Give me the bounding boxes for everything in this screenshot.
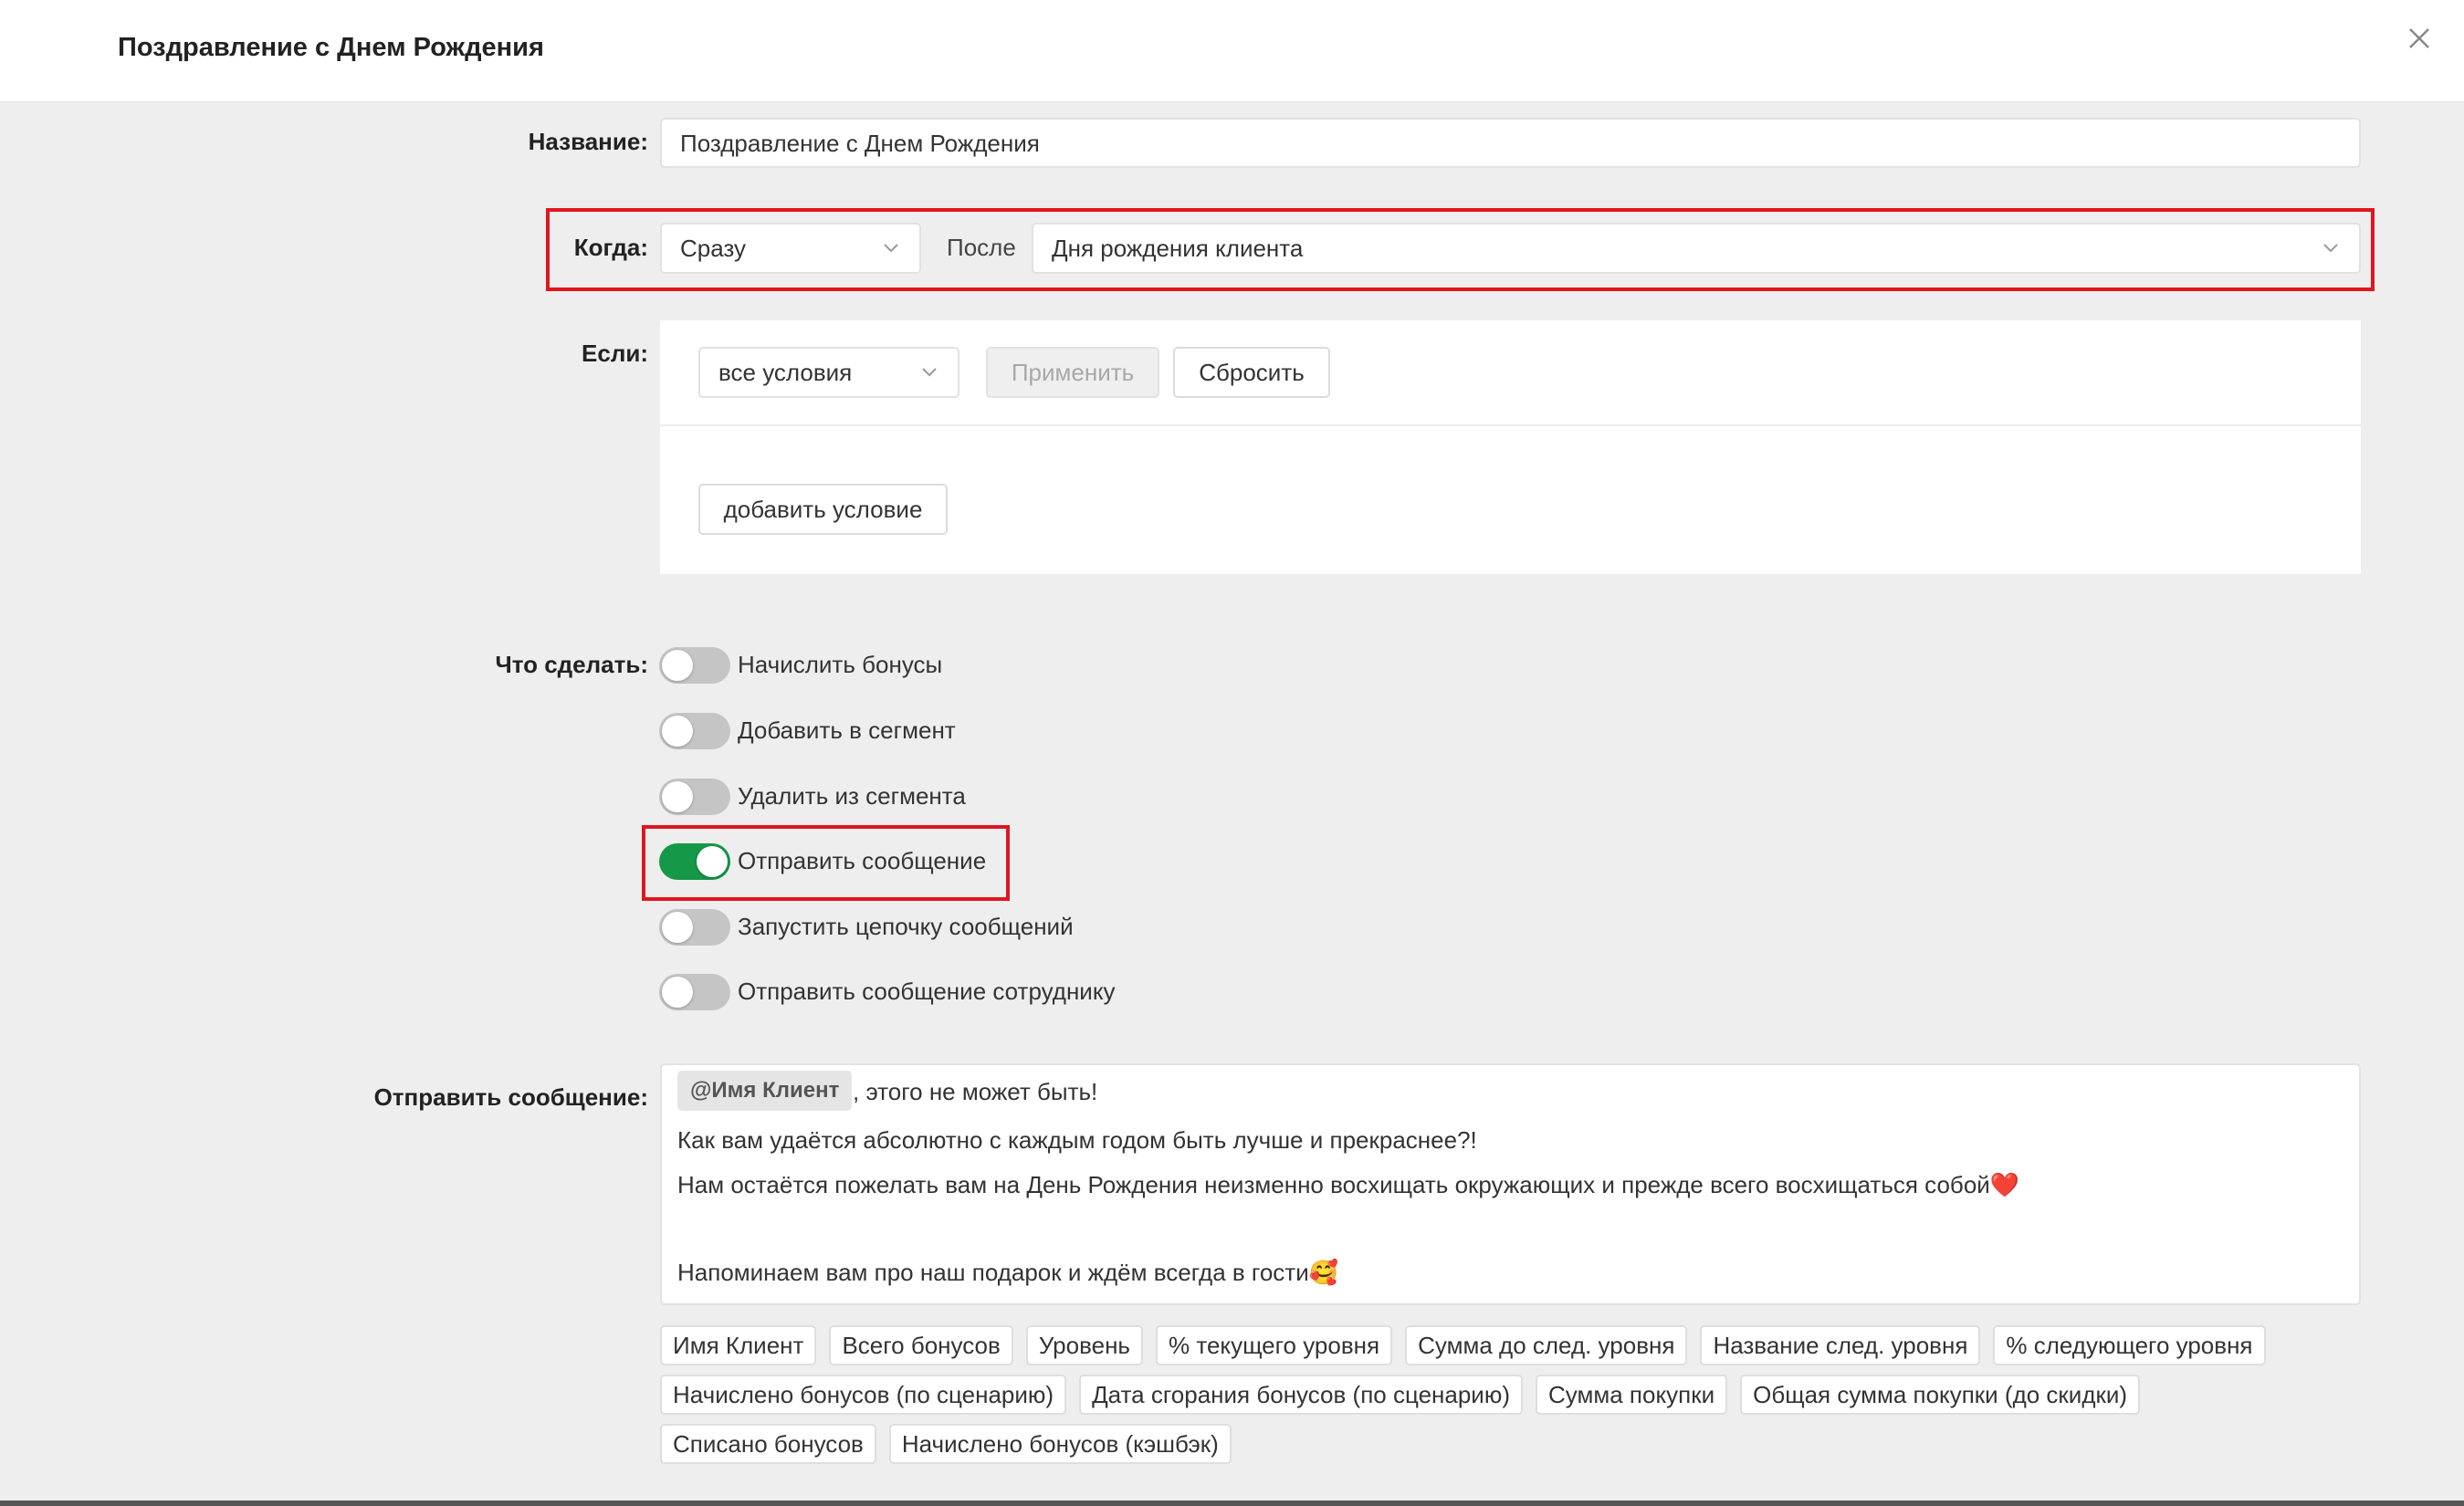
- variable-chip[interactable]: Всего бонусов: [829, 1325, 1013, 1365]
- if-label: Если:: [582, 340, 648, 367]
- variable-chip-row: Имя Клиент Всего бонусов Уровень % текущ…: [660, 1325, 2358, 1365]
- toggle-knob: [662, 781, 693, 812]
- start-message-chain-label: Запустить цепочку сообщений: [738, 913, 1074, 940]
- when-label: Когда:: [573, 234, 648, 261]
- variable-chip[interactable]: Сумма покупки: [1535, 1375, 1728, 1415]
- client-name-mention-tag: @Имя Клиент: [677, 1071, 853, 1111]
- timing-select[interactable]: Сразу: [660, 223, 921, 274]
- close-icon[interactable]: [2399, 18, 2439, 58]
- send-message-label: Отправить сообщение: [738, 847, 987, 874]
- message-employee-label: Отправить сообщение сотруднику: [738, 978, 1116, 1005]
- variable-chip[interactable]: % текущего уровня: [1155, 1325, 1393, 1365]
- bottom-edge: [0, 1501, 2464, 1506]
- event-select-value: Дня рождения клиента: [1052, 235, 1304, 262]
- variable-chip-row: Начислено бонусов (по сценарию) Дата сго…: [660, 1375, 2358, 1415]
- toggle-knob: [662, 912, 693, 943]
- start-message-chain-toggle[interactable]: [659, 909, 730, 946]
- variable-chip[interactable]: % следующего уровня: [1993, 1325, 2266, 1365]
- remove-from-segment-toggle[interactable]: [659, 779, 730, 815]
- conditions-divider: [660, 424, 2361, 426]
- name-input[interactable]: Поздравление с Днем Рождения: [660, 118, 2361, 168]
- chevron-down-icon: [2323, 244, 2338, 253]
- add-to-segment-toggle[interactable]: [659, 713, 730, 749]
- variable-chip[interactable]: Название след. уровня: [1700, 1325, 1981, 1365]
- name-input-value: Поздравление с Днем Рождения: [680, 130, 1040, 157]
- variable-chip[interactable]: Сумма до след. уровня: [1405, 1325, 1688, 1365]
- actions-label: Что сделать:: [495, 651, 648, 678]
- toggle-knob: [662, 650, 693, 681]
- name-label: Название:: [528, 128, 648, 155]
- chevron-down-icon: [884, 244, 898, 253]
- toggle-knob: [697, 846, 728, 877]
- variable-chip[interactable]: Имя Клиент: [660, 1325, 817, 1365]
- variable-chip[interactable]: Начислено бонусов (кэшбэк): [888, 1424, 1232, 1464]
- condition-mode-value: все условия: [718, 359, 853, 386]
- message-line-4: Напоминаем вам про наш подарок и ждём вс…: [677, 1259, 1339, 1286]
- message-line-2: Как вам удаётся абсолютно с каждым годом…: [677, 1126, 1477, 1154]
- message-employee-toggle[interactable]: [659, 974, 730, 1010]
- add-condition-button[interactable]: добавить условие: [698, 484, 948, 535]
- add-to-segment-label: Добавить в сегмент: [738, 716, 956, 744]
- toggle-knob: [662, 716, 693, 747]
- send-message-toggle[interactable]: [659, 843, 730, 880]
- toggle-knob: [662, 977, 693, 1008]
- chevron-down-icon: [922, 368, 937, 377]
- modal-title: Поздравление с Днем Рождения: [118, 33, 544, 62]
- variable-chips: Имя Клиент Всего бонусов Уровень % текущ…: [660, 1325, 2358, 1473]
- after-label: После: [947, 234, 1016, 261]
- variable-chip[interactable]: Дата сгорания бонусов (по сценарию): [1079, 1375, 1523, 1415]
- message-line-1: , этого не может быть!: [853, 1078, 1098, 1105]
- event-select[interactable]: Дня рождения клиента: [1032, 223, 2361, 274]
- message-label: Отправить сообщение:: [373, 1083, 648, 1111]
- variable-chip[interactable]: Общая сумма покупки (до скидки): [1740, 1375, 2141, 1415]
- accrue-bonuses-label: Начислить бонусы: [738, 651, 943, 678]
- variable-chip[interactable]: Уровень: [1025, 1325, 1143, 1365]
- apply-button[interactable]: Применить: [986, 347, 1159, 398]
- variable-chip[interactable]: Списано бонусов: [660, 1424, 876, 1464]
- remove-from-segment-label: Удалить из сегмента: [738, 782, 966, 810]
- timing-select-value: Сразу: [680, 235, 747, 262]
- variable-chip[interactable]: Начислено бонусов (по сценарию): [660, 1375, 1067, 1415]
- accrue-bonuses-toggle[interactable]: [659, 647, 730, 684]
- message-line-3: Нам остаётся пожелать вам на День Рожден…: [677, 1171, 2020, 1198]
- reset-button[interactable]: Сбросить: [1173, 347, 1330, 398]
- variable-chip-row: Списано бонусов Начислено бонусов (кэшбэ…: [660, 1424, 2358, 1464]
- modal-header: Поздравление с Днем Рождения: [0, 0, 2464, 102]
- condition-mode-select[interactable]: все условия: [698, 347, 959, 398]
